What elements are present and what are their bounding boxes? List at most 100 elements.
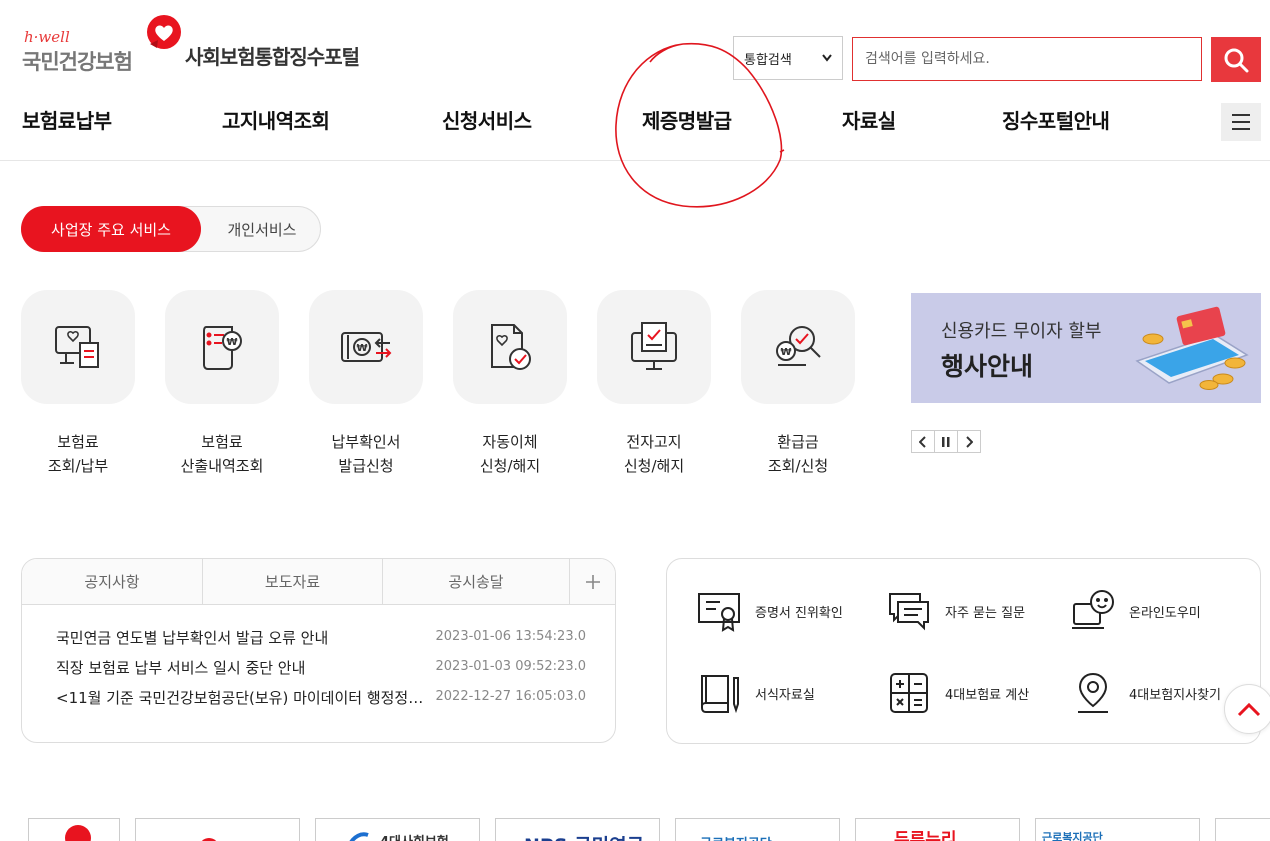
tab-notices[interactable]: 공지사항 [22, 559, 203, 604]
gnb-item-payment[interactable]: 보험료납부 [22, 105, 112, 134]
service-label-1: 자동이체 [482, 433, 538, 451]
service-payment-confirmation[interactable]: ₩ 납부확인서발급신청 [309, 290, 423, 478]
partner-logo-durunuri[interactable]: 두루누리 [855, 818, 1020, 841]
quick-link-certificate-verify[interactable]: 증명서 진위확인 [695, 587, 843, 635]
service-icon-box [597, 290, 711, 404]
tab-press-releases[interactable]: 보도자료 [203, 559, 383, 604]
gnb-item-notice-history[interactable]: 고지내역조회 [222, 105, 330, 134]
banner-pause-button[interactable] [934, 430, 958, 453]
service-auto-transfer[interactable]: 자동이체신청/해지 [453, 290, 567, 478]
laptop-helper-icon [1072, 590, 1114, 629]
site-logo[interactable]: h·well 국민건강보험 [22, 14, 192, 74]
gnb-item-application[interactable]: 신청서비스 [442, 105, 532, 134]
quick-link-label: 4대보험료 계산 [945, 687, 1030, 703]
gnb-item-portal-guide[interactable]: 징수포털안내 [1002, 105, 1110, 134]
hamburger-icon-bar [1232, 114, 1250, 116]
search-icon [1224, 48, 1249, 72]
search-scope-select[interactable]: 통합검색 [733, 36, 843, 80]
notice-date: 2023-01-06 13:54:23.0 [435, 629, 586, 644]
service-label-1: 납부확인서 [331, 433, 401, 451]
notice-title: <11월 기준 국민건강보험공단(보유) 마이데이터 행정정보 제공 범위 확대… [56, 689, 426, 707]
search-input[interactable] [852, 37, 1202, 81]
service-label-2: 신청/해지 [479, 457, 541, 475]
tab-business-services[interactable]: 사업장 주요 서비스 [21, 206, 201, 252]
partner-name: 두루누리 [894, 830, 957, 841]
scroll-top-button[interactable] [1224, 684, 1270, 734]
chat-bubbles-icon [889, 593, 929, 631]
service-label-2: 조회/신청 [767, 457, 829, 475]
service-e-billing[interactable]: 전자고지신청/해지 [597, 290, 711, 478]
search-button[interactable] [1211, 37, 1261, 82]
service-label-2: 신청/해지 [623, 457, 685, 475]
service-premium-payment[interactable]: 보험료조회/납부 [21, 290, 135, 478]
gnb-item-archive[interactable]: 자료실 [842, 105, 896, 134]
service-label-2: 조회/납부 [47, 457, 109, 475]
banner-line-2: 행사안내 [941, 352, 1034, 381]
quick-link-forms-archive[interactable]: 서식자료실 [695, 669, 815, 717]
quick-link-premium-calculator[interactable]: 4대보험료 계산 [885, 669, 1029, 717]
certificate-icon [698, 593, 740, 632]
magnifier-won-icon: ₩ [776, 326, 821, 366]
svg-text:₩: ₩ [780, 347, 791, 358]
partner-emblem-icon [349, 832, 369, 841]
more-plus-button[interactable] [570, 559, 615, 604]
notice-row[interactable]: 직장 보험료 납부 서비스 일시 중단 안내 2023-01-03 09:52:… [56, 657, 586, 681]
quick-link-faq[interactable]: 자주 묻는 질문 [885, 587, 1025, 635]
quick-link-online-helper[interactable]: 온라인도우미 [1069, 587, 1201, 635]
service-refund[interactable]: ₩ 환급금조회/신청 [741, 290, 855, 478]
computer-check-icon [631, 322, 677, 370]
quick-link-label: 증명서 진위확인 [755, 605, 843, 621]
phone-card-coins-icon [1135, 306, 1249, 390]
service-label-2: 발급신청 [338, 457, 394, 475]
quick-link-label: 4대보험지사찾기 [1129, 687, 1221, 703]
service-icon-box: ₩ [309, 290, 423, 404]
notice-row[interactable]: 국민연금 연도별 납부확인서 발급 오류 안내 2023-01-06 13:54… [56, 627, 586, 651]
service-type-toggle: 사업장 주요 서비스 개인서비스 [21, 206, 321, 252]
service-icon-box: ₩ [741, 290, 855, 404]
service-label-1: 보험료 [201, 433, 243, 451]
service-label-1: 환급금 [777, 433, 819, 451]
calculator-icon [890, 673, 928, 713]
service-premium-calculation[interactable]: ₩ 보험료산출내역조회 [165, 290, 279, 478]
quick-link-label: 자주 묻는 질문 [945, 605, 1026, 621]
partner-name: NPS 국민연금 [524, 831, 644, 841]
partner-logo-nhis[interactable] [28, 818, 120, 841]
notice-date: 2023-01-03 09:52:23.0 [435, 659, 586, 674]
notice-title: 직장 보험료 납부 서비스 일시 중단 안내 [56, 659, 306, 677]
plus-icon [586, 574, 600, 589]
partner-logo-cutoff[interactable] [1215, 818, 1270, 841]
heart-logo-icon [147, 15, 181, 49]
service-label-1: 보험료 [57, 433, 99, 451]
chevron-left-icon [919, 435, 926, 448]
notice-title: 국민연금 연도별 납부확인서 발급 오류 안내 [56, 629, 329, 647]
hamburger-menu-button[interactable] [1221, 103, 1261, 141]
book-pen-icon [701, 675, 739, 714]
svg-text:₩: ₩ [226, 337, 237, 348]
notice-tabs: 공지사항 보도자료 공시송달 [22, 559, 615, 605]
partner-logo-nps[interactable]: NPS 국민연금 [495, 818, 660, 841]
quick-link-branch-finder[interactable]: 4대보험지사찾기 [1069, 669, 1221, 717]
partner-logo-comwel[interactable]: 근로복지공단 [675, 818, 840, 841]
partner-logo-4insure[interactable]: 4대사회보험 [315, 818, 480, 841]
hamburger-icon-bar [1232, 128, 1250, 130]
notice-row[interactable]: <11월 기준 국민건강보험공단(보유) 마이데이터 행정정보 제공 범위 확대… [56, 687, 586, 711]
banner-next-button[interactable] [957, 430, 981, 453]
partner-logo-second[interactable] [135, 818, 300, 841]
tab-public-notice[interactable]: 공시송달 [383, 559, 570, 604]
event-banner[interactable]: 신용카드 무이자 할부 행사안내 [911, 293, 1261, 403]
banner-prev-button[interactable] [911, 430, 935, 453]
tab-personal-services[interactable]: 개인서비스 [202, 207, 322, 251]
service-label-1: 전자고지 [626, 433, 682, 451]
service-icon-box [453, 290, 567, 404]
map-pin-icon [1078, 672, 1108, 713]
partner-logo-comwel-2[interactable]: 근로복지공단 [1035, 818, 1200, 841]
service-label-2: 산출내역조회 [180, 457, 264, 475]
portal-title[interactable]: 사회보험통합징수포털 [185, 41, 360, 70]
scroll-won-icon: ₩ [203, 326, 242, 370]
chevron-down-icon [822, 54, 832, 62]
monitor-receipt-icon [55, 326, 99, 368]
gnb-item-certificate[interactable]: 제증명발급 [642, 105, 732, 134]
banner-line-1: 신용카드 무이자 할부 [941, 321, 1102, 342]
svg-text:₩: ₩ [356, 343, 367, 354]
partner-name: 근로복지공단 [1042, 831, 1103, 841]
